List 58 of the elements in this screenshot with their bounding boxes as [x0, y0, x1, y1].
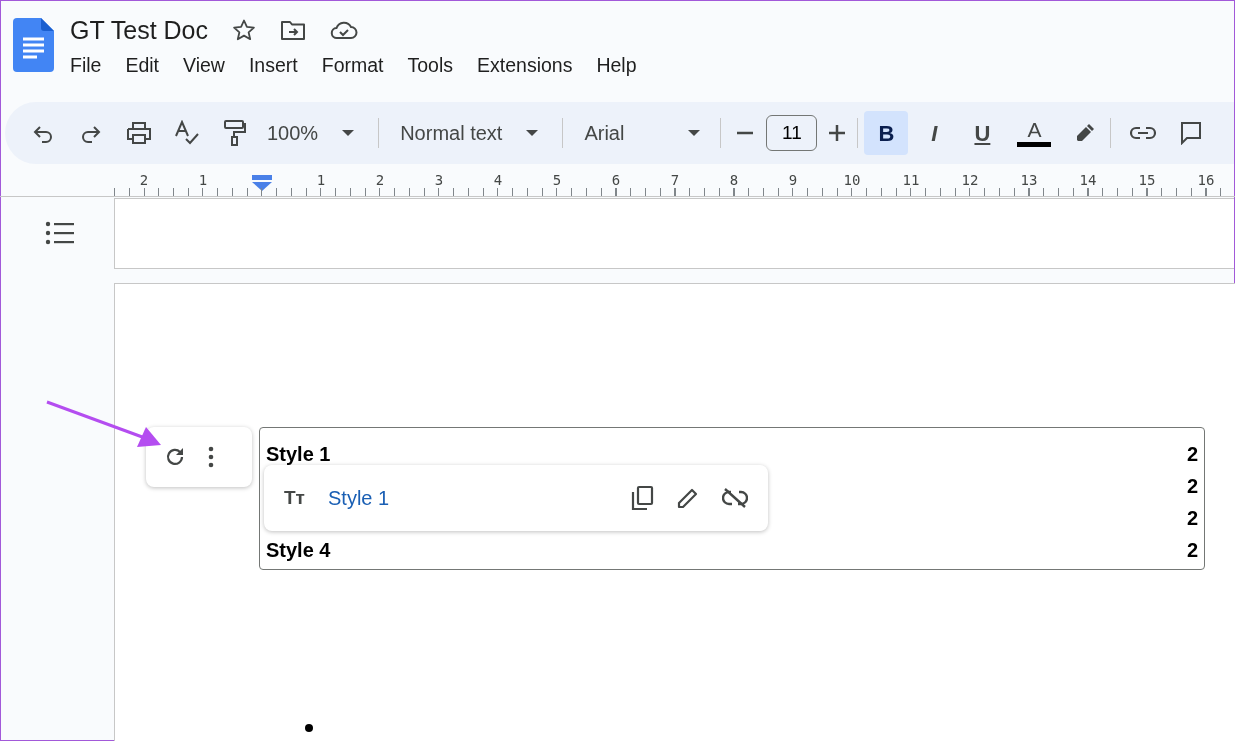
ruler-number: 2 — [374, 171, 386, 190]
text-color-button[interactable]: A — [1012, 119, 1057, 147]
paragraph-style-dropdown[interactable]: Normal text — [400, 118, 539, 148]
menu-item[interactable]: Format — [313, 50, 392, 80]
font-size-field[interactable]: 11 — [766, 115, 818, 151]
ruler-number: 16 — [1196, 171, 1216, 190]
menu-item[interactable]: Help — [588, 50, 645, 80]
document-title[interactable]: GT Test Doc — [70, 14, 208, 46]
folder-icon[interactable] — [280, 19, 306, 41]
ruler-number: 13 — [1019, 171, 1039, 190]
page-number: 2 — [1186, 506, 1198, 531]
caret-icon — [342, 130, 355, 136]
page-number: 2 — [1186, 442, 1198, 467]
menu-item[interactable]: View — [175, 50, 233, 80]
ruler-number: 8 — [728, 171, 740, 190]
ruler-number: 11 — [901, 171, 921, 190]
cloud-check-icon[interactable] — [330, 20, 358, 40]
page-number: 2 — [1186, 538, 1198, 563]
unlink-icon[interactable] — [722, 487, 748, 509]
toc-entry[interactable]: Style 4 — [266, 535, 331, 565]
ruler-number: 14 — [1078, 171, 1098, 190]
ruler-number: 9 — [787, 171, 799, 190]
underline-button[interactable]: U — [960, 111, 1005, 155]
outline-icon[interactable] — [44, 221, 75, 245]
font-dropdown[interactable]: Arial — [584, 118, 701, 148]
ruler-number: 2 — [138, 171, 150, 190]
ruler-number: 12 — [960, 171, 980, 190]
caret-icon — [526, 130, 539, 136]
copy-icon[interactable] — [630, 485, 654, 511]
bold-button[interactable]: B — [864, 111, 909, 155]
menu-item[interactable]: File — [62, 50, 110, 80]
menu-item[interactable]: Edit — [117, 50, 168, 80]
page-number: 2 — [1186, 474, 1198, 499]
refresh-icon[interactable] — [164, 446, 186, 468]
menu-item[interactable]: Tools — [399, 50, 462, 80]
ruler-number: 3 — [433, 171, 445, 190]
ruler-number: 6 — [610, 171, 622, 190]
bullet-icon — [305, 724, 313, 732]
menu-item[interactable]: Insert — [240, 50, 306, 80]
text-style-icon: Tт — [284, 483, 328, 513]
star-icon[interactable] — [232, 18, 256, 42]
ruler-number: 10 — [842, 171, 862, 190]
indent-marker-icon[interactable] — [252, 175, 272, 191]
italic-button[interactable]: I — [912, 111, 957, 155]
ruler-number: 7 — [669, 171, 681, 190]
pencil-icon[interactable] — [676, 486, 700, 510]
ruler-number: 15 — [1137, 171, 1157, 190]
more-options-icon[interactable] — [208, 446, 214, 468]
ruler-number: 4 — [492, 171, 504, 190]
docs-logo-icon[interactable] — [13, 18, 54, 72]
ruler-number: 5 — [551, 171, 563, 190]
zoom-dropdown[interactable]: 100% — [267, 118, 355, 148]
link[interactable]: Style 1 — [328, 483, 390, 513]
menu-item[interactable]: Extensions — [469, 50, 581, 80]
ruler-number: 1 — [197, 171, 209, 190]
ruler-number: 1 — [315, 171, 327, 190]
caret-icon — [688, 130, 701, 136]
toc-entry[interactable]: Style 1 — [266, 439, 331, 469]
